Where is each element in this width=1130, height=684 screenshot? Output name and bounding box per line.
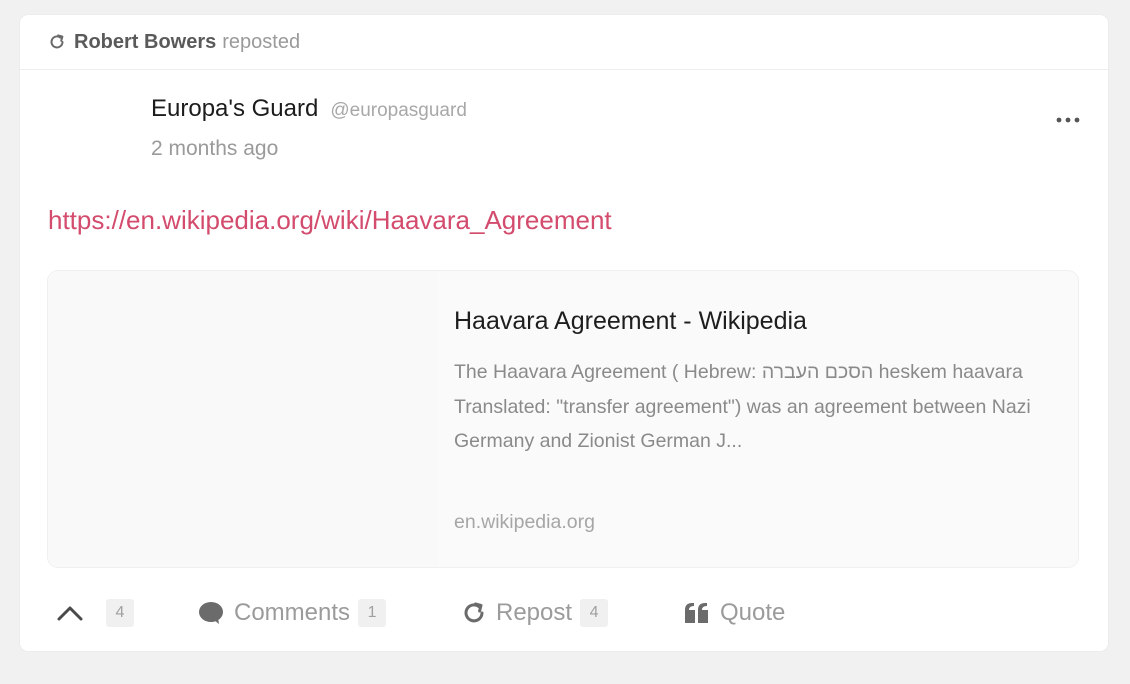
author-name[interactable]: Europa's Guard <box>151 95 318 123</box>
comments-count: 1 <box>358 599 387 627</box>
comment-bubble-icon <box>198 601 224 625</box>
comments-label: Comments <box>234 599 351 626</box>
repost-icon <box>48 33 66 51</box>
repost-icon <box>462 601 486 625</box>
quote-button[interactable]: Quote <box>684 585 785 641</box>
repost-label: Repost <box>496 599 573 626</box>
quote-icon <box>684 602 710 624</box>
upvote-count: 4 <box>106 599 134 627</box>
post-actions: 4 Comments 1 Repost 4 Quote <box>20 585 1108 641</box>
preview-domain: en.wikipedia.org <box>454 511 595 533</box>
post-timestamp[interactable]: 2 months ago <box>151 137 278 161</box>
preview-thumbnail <box>48 271 438 567</box>
chevron-up-icon <box>56 604 84 622</box>
more-options-button[interactable] <box>1053 107 1083 131</box>
quote-label: Quote <box>720 599 786 626</box>
comments-button[interactable]: Comments 1 <box>198 585 387 641</box>
repost-count: 4 <box>580 599 609 627</box>
upvote-button[interactable]: 4 <box>56 585 134 641</box>
reposter-name[interactable]: Robert Bowers <box>74 31 216 54</box>
author-handle[interactable]: @europasguard <box>330 100 467 122</box>
preview-title[interactable]: Haavara Agreement - Wikipedia <box>454 307 807 336</box>
reposted-label: reposted <box>222 30 301 53</box>
repost-header: Robert Bowers reposted <box>20 15 1108 70</box>
link-preview-card[interactable]: Haavara Agreement - Wikipedia The Haavar… <box>48 271 1078 567</box>
preview-description: The Haavara Agreement ( Hebrew: הסכם העב… <box>454 361 1031 452</box>
more-horizontal-icon <box>1056 110 1080 128</box>
repost-button[interactable]: Repost 4 <box>462 585 609 641</box>
post-card: Robert Bowers reposted Europa's Guard @e… <box>20 15 1108 651</box>
post-link[interactable]: https://en.wikipedia.org/wiki/Haavara_Ag… <box>48 205 612 236</box>
author-row: Europa's Guard @europasguard <box>151 95 467 123</box>
